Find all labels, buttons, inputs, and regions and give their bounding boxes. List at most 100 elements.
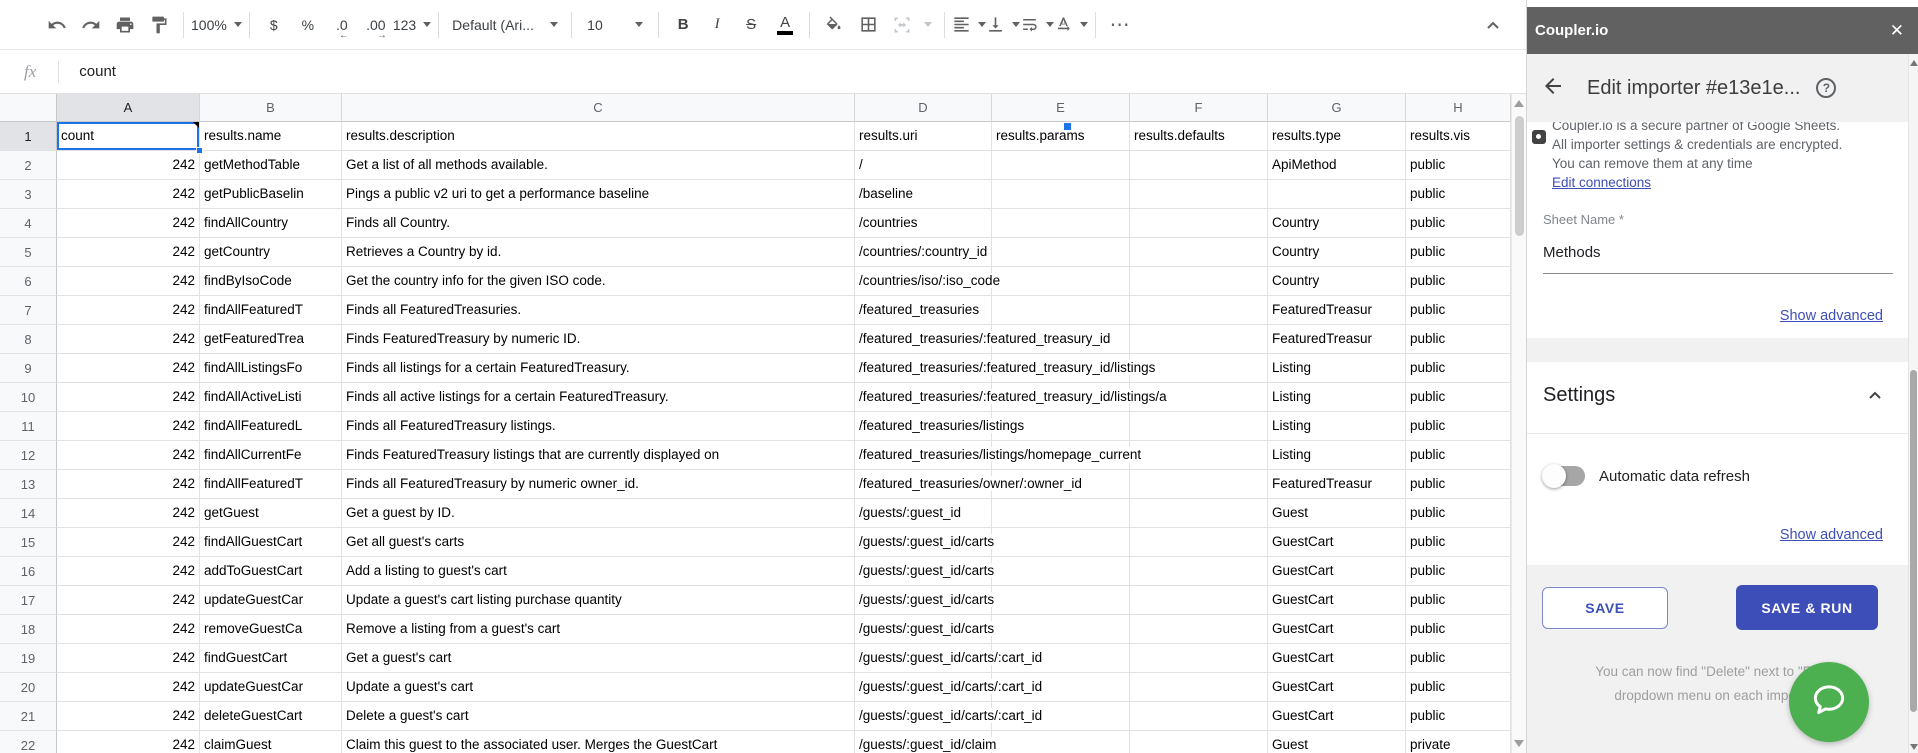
cell-G14[interactable]: Guest: [1268, 499, 1406, 528]
merge-cells-icon[interactable]: [885, 10, 919, 40]
row-header-22[interactable]: 22: [0, 731, 57, 753]
cell-G22[interactable]: Guest: [1268, 731, 1406, 753]
grid-vertical-scrollbar[interactable]: [1511, 94, 1526, 753]
scroll-up-arrow-icon[interactable]: [1910, 60, 1918, 66]
cell-D6[interactable]: /countries/iso/:iso_code: [855, 267, 992, 296]
column-header-A[interactable]: A: [57, 94, 200, 122]
cell-G7[interactable]: FeaturedTreasur: [1268, 296, 1406, 325]
cell-C17[interactable]: Update a guest's cart listing purchase q…: [342, 586, 855, 615]
row-header-2[interactable]: 2: [0, 151, 57, 180]
italic-button[interactable]: I: [700, 10, 734, 40]
toggle-knob[interactable]: [1542, 464, 1566, 488]
cell-D3[interactable]: /baseline: [855, 180, 992, 209]
cell-G2[interactable]: ApiMethod: [1268, 151, 1406, 180]
row-header-19[interactable]: 19: [0, 644, 57, 673]
cell-C11[interactable]: Finds all FeaturedTreasury listings.: [342, 412, 855, 441]
row-header-4[interactable]: 4: [0, 209, 57, 238]
cell-H11[interactable]: public: [1406, 412, 1511, 441]
cell-E15[interactable]: [992, 528, 1130, 557]
cell-C18[interactable]: Remove a listing from a guest's cart: [342, 615, 855, 644]
cell-F4[interactable]: [1130, 209, 1268, 238]
cell-A17[interactable]: 242: [57, 586, 200, 615]
cell-A15[interactable]: 242: [57, 528, 200, 557]
scrollbar-thumb[interactable]: [1515, 116, 1524, 236]
cell-G13[interactable]: FeaturedTreasur: [1268, 470, 1406, 499]
cell-F16[interactable]: [1130, 557, 1268, 586]
close-icon[interactable]: ✕: [1890, 21, 1904, 41]
edit-connections-link[interactable]: Edit connections: [1552, 175, 1651, 190]
scroll-up-arrow-icon[interactable]: [1514, 100, 1524, 107]
cell-B1[interactable]: results.name: [200, 122, 342, 151]
cell-D20[interactable]: /guests/:guest_id/carts/:cart_id: [855, 673, 992, 702]
cell-A14[interactable]: 242: [57, 499, 200, 528]
cell-C10[interactable]: Finds all active listings for a certain …: [342, 383, 855, 412]
cell-B2[interactable]: getMethodTable: [200, 151, 342, 180]
cell-F1[interactable]: results.defaults: [1130, 122, 1268, 151]
cell-B22[interactable]: claimGuest: [200, 731, 342, 753]
column-header-F[interactable]: F: [1130, 94, 1268, 122]
cell-D16[interactable]: /guests/:guest_id/carts: [855, 557, 992, 586]
cell-H17[interactable]: public: [1406, 586, 1511, 615]
cell-B14[interactable]: getGuest: [200, 499, 342, 528]
cell-F22[interactable]: [1130, 731, 1268, 753]
row-header-17[interactable]: 17: [0, 586, 57, 615]
cell-B8[interactable]: getFeaturedTrea: [200, 325, 342, 354]
automatic-refresh-toggle[interactable]: [1545, 466, 1585, 486]
row-header-14[interactable]: 14: [0, 499, 57, 528]
cell-A20[interactable]: 242: [57, 673, 200, 702]
cell-E4[interactable]: [992, 209, 1130, 238]
strikethrough-button[interactable]: S: [734, 10, 768, 40]
cell-F6[interactable]: [1130, 267, 1268, 296]
cell-C4[interactable]: Finds all Country.: [342, 209, 855, 238]
cell-D10[interactable]: /featured_treasuries/:featured_treasury_…: [855, 383, 992, 412]
cell-G15[interactable]: GuestCart: [1268, 528, 1406, 557]
cell-A13[interactable]: 242: [57, 470, 200, 499]
cell-D9[interactable]: /featured_treasuries/:featured_treasury_…: [855, 354, 992, 383]
cell-B11[interactable]: findAllFeaturedL: [200, 412, 342, 441]
cell-F17[interactable]: [1130, 586, 1268, 615]
cell-C13[interactable]: Finds all FeaturedTreasury by numeric ow…: [342, 470, 855, 499]
cell-C20[interactable]: Update a guest's cart: [342, 673, 855, 702]
cell-G12[interactable]: Listing: [1268, 441, 1406, 470]
cell-G20[interactable]: GuestCart: [1268, 673, 1406, 702]
row-header-16[interactable]: 16: [0, 557, 57, 586]
cell-A16[interactable]: 242: [57, 557, 200, 586]
save-button[interactable]: SAVE: [1542, 587, 1668, 629]
cell-D13[interactable]: /featured_treasuries/owner/:owner_id: [855, 470, 992, 499]
save-and-run-button[interactable]: SAVE & RUN: [1736, 585, 1878, 630]
formula-bar-value[interactable]: count: [79, 63, 116, 80]
cell-H21[interactable]: public: [1406, 702, 1511, 731]
cell-C22[interactable]: Claim this guest to the associated user.…: [342, 731, 855, 753]
cell-C15[interactable]: Get all guest's carts: [342, 528, 855, 557]
cell-B16[interactable]: addToGuestCart: [200, 557, 342, 586]
row-header-3[interactable]: 3: [0, 180, 57, 209]
cell-D15[interactable]: /guests/:guest_id/carts: [855, 528, 992, 557]
font-family-select[interactable]: Default (Ari...: [446, 10, 564, 40]
cell-C9[interactable]: Finds all listings for a certain Feature…: [342, 354, 855, 383]
cell-A9[interactable]: 242: [57, 354, 200, 383]
cell-A4[interactable]: 242: [57, 209, 200, 238]
row-header-11[interactable]: 11: [0, 412, 57, 441]
redo-icon[interactable]: [74, 10, 108, 40]
cell-C21[interactable]: Delete a guest's cart: [342, 702, 855, 731]
cell-G18[interactable]: GuestCart: [1268, 615, 1406, 644]
cell-B7[interactable]: findAllFeaturedT: [200, 296, 342, 325]
cell-F14[interactable]: [1130, 499, 1268, 528]
column-header-C[interactable]: C: [342, 94, 855, 122]
help-icon[interactable]: ?: [1816, 78, 1836, 98]
cell-A19[interactable]: 242: [57, 644, 200, 673]
row-header-15[interactable]: 15: [0, 528, 57, 557]
cell-D5[interactable]: /countries/:country_id: [855, 238, 992, 267]
cell-F8[interactable]: [1130, 325, 1268, 354]
number-format-menu[interactable]: 123: [393, 10, 431, 40]
cell-C2[interactable]: Get a list of all methods available.: [342, 151, 855, 180]
cell-F19[interactable]: [1130, 644, 1268, 673]
scroll-down-arrow-icon[interactable]: [1514, 740, 1524, 747]
cell-G19[interactable]: GuestCart: [1268, 644, 1406, 673]
row-header-7[interactable]: 7: [0, 296, 57, 325]
cell-C7[interactable]: Finds all FeaturedTreasuries.: [342, 296, 855, 325]
cell-A5[interactable]: 242: [57, 238, 200, 267]
show-advanced-link-bottom[interactable]: Show advanced: [1780, 527, 1883, 543]
cell-G1[interactable]: results.type: [1268, 122, 1406, 151]
cell-E6[interactable]: [992, 267, 1130, 296]
